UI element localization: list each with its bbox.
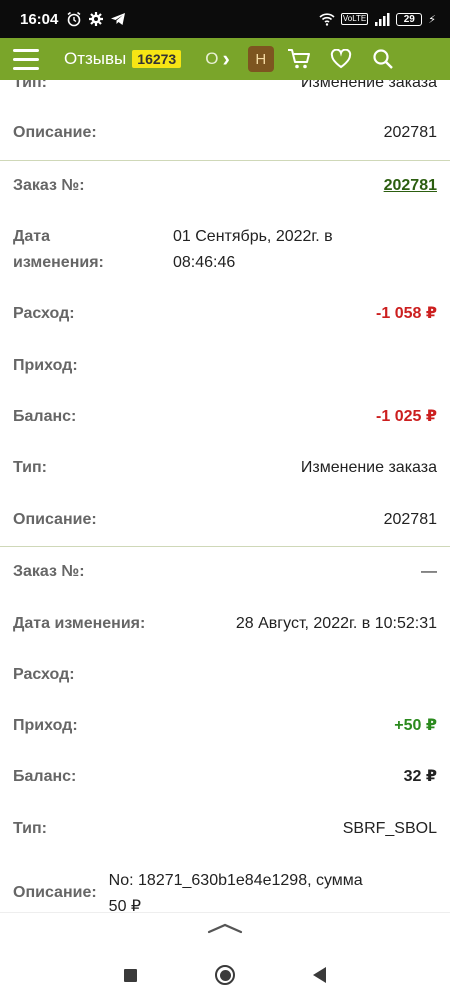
balance-label: Баланс:: [13, 408, 77, 425]
date-value-line-2: 08:46:46: [173, 254, 236, 271]
order-number-row: Заказ №: 202781: [0, 173, 450, 199]
system-nav-bar: [0, 950, 450, 1000]
cart-button[interactable]: [282, 38, 316, 80]
expense-row: Расход:: [0, 662, 450, 688]
recents-icon[interactable]: [124, 968, 137, 982]
type-label: Тип:: [13, 80, 47, 91]
expand-handle[interactable]: [0, 912, 450, 943]
date-label-line-2: изменения:: [13, 254, 104, 271]
heart-icon: [330, 49, 351, 69]
expense-value: -1 058 ₽: [376, 305, 437, 322]
back-icon[interactable]: [313, 967, 326, 983]
user-avatar[interactable]: Н: [247, 46, 274, 72]
status-time: 16:04: [20, 10, 59, 28]
chevron-up-icon: [207, 923, 243, 934]
balance-label: Баланс:: [13, 768, 77, 785]
date-row: Дата изменения: 01 Сентябрь, 2022г. в 08…: [0, 224, 450, 276]
type-value: SBRF_SBOL: [342, 820, 437, 837]
date-label-line-1: Дата: [13, 228, 51, 245]
description-value: 202781: [383, 511, 437, 528]
volte-icon: VoLTE: [340, 13, 369, 25]
cart-icon: [287, 49, 310, 69]
order-number-label: Заказ №:: [13, 177, 85, 194]
income-label: Приход:: [13, 357, 78, 374]
status-bar: 16:04 VoLTE 29 ⚡: [0, 0, 450, 38]
order-number-link[interactable]: 202781: [384, 173, 437, 199]
description-value-line-1: No: 18271_630b1e84e1298, сумма: [108, 872, 363, 889]
home-icon[interactable]: [215, 965, 235, 985]
description-row: Описание: 202781: [0, 507, 450, 533]
income-row: Приход:: [0, 353, 450, 379]
wifi-icon: [319, 13, 335, 26]
balance-row: Баланс: -1 025 ₽: [0, 404, 450, 430]
expense-label: Расход:: [13, 666, 75, 683]
description-row: Описание: 202781: [0, 120, 450, 146]
date-value-line-1: 01 Сентябрь, 2022г. в: [173, 228, 333, 245]
bottom-area: [0, 912, 450, 1000]
type-row: Тип: Изменение заказа: [0, 80, 450, 96]
search-icon: [373, 49, 393, 69]
income-value: +50 ₽: [394, 717, 437, 734]
signal-icon: [375, 13, 390, 26]
battery-level: 29: [403, 13, 415, 25]
favorites-button[interactable]: [324, 38, 358, 80]
date-label: Дата изменения:: [13, 615, 146, 632]
search-button[interactable]: [366, 38, 400, 80]
date-label: Дата изменения:: [13, 224, 173, 276]
date-row: Дата изменения: 28 Август, 2022г. в 10:5…: [0, 611, 450, 637]
description-value: 202781: [383, 124, 437, 141]
alarm-icon: [67, 11, 81, 27]
telegram-icon: [111, 13, 126, 25]
menu-button[interactable]: [0, 38, 52, 80]
date-value: 28 Август, 2022г. в 10:52:31: [235, 615, 437, 632]
header-clipped-item[interactable]: О: [205, 49, 218, 69]
description-label: Описание:: [13, 124, 97, 141]
type-row: Тип: Изменение заказа: [0, 455, 450, 481]
description-label: Описание:: [13, 884, 97, 901]
menu-icon: [13, 46, 39, 73]
type-label: Тип:: [13, 459, 47, 476]
description-row: Описание: No: 18271_630b1e84e1298, сумма…: [0, 868, 450, 912]
order-number-value: —: [421, 563, 437, 580]
type-label: Тип:: [13, 820, 47, 837]
order-number-label: Заказ №:: [13, 563, 85, 580]
divider: [0, 160, 450, 161]
income-label: Приход:: [13, 717, 78, 734]
income-row: Приход: +50 ₽: [0, 713, 450, 739]
balance-value: -1 025 ₽: [376, 408, 437, 425]
expense-label: Расход:: [13, 305, 75, 322]
transactions-list[interactable]: Тип: Изменение заказа Описание: 202781 З…: [0, 80, 450, 912]
divider: [0, 546, 450, 547]
type-value: Изменение заказа: [300, 80, 437, 91]
app-header: Отзывы 16273 О › Н: [0, 38, 450, 80]
charging-icon: ⚡: [428, 13, 436, 26]
date-value: 01 Сентябрь, 2022г. в 08:46:46: [173, 224, 333, 276]
description-label: Описание:: [13, 511, 97, 528]
gear-icon: [89, 12, 104, 26]
balance-row: Баланс: 32 ₽: [0, 764, 450, 790]
balance-value: 32 ₽: [403, 768, 437, 785]
type-row: Тип: SBRF_SBOL: [0, 816, 450, 842]
battery-icon: 29: [396, 12, 423, 26]
reviews-count-badge: 16273: [132, 50, 182, 68]
order-number-row: Заказ №: —: [0, 559, 450, 585]
description-value: No: 18271_630b1e84e1298, сумма 50 ₽: [109, 868, 363, 912]
type-value: Изменение заказа: [300, 459, 437, 476]
expense-row: Расход: -1 058 ₽: [0, 301, 450, 327]
description-value-line-2: 50 ₽: [108, 898, 142, 912]
reviews-link[interactable]: Отзывы: [64, 49, 126, 69]
chevron-right-icon[interactable]: ›: [222, 48, 229, 70]
